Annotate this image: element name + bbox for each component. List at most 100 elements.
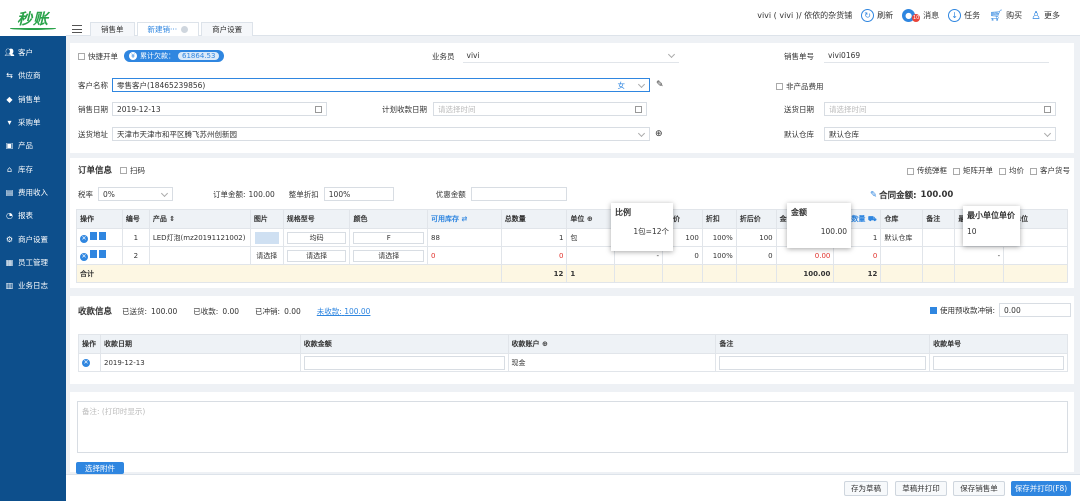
sidebar-item-9[interactable]: ▦ 员工管理 <box>0 251 66 274</box>
warehouse-icon: ⌂ <box>6 164 13 174</box>
row-actions[interactable]: ✕ <box>76 228 123 247</box>
unpaid-link[interactable]: 未收款: 100.00 <box>317 306 371 317</box>
sidebar-item-label: 产品 <box>18 141 33 151</box>
image-cell[interactable] <box>249 228 284 247</box>
edit-icon[interactable]: ✎ <box>656 80 664 90</box>
option-customer-code[interactable]: 客户货号 <box>1030 165 1070 176</box>
row-actions[interactable]: ✕ <box>78 353 101 372</box>
draft-print-button[interactable]: 草稿并打印 <box>895 481 947 496</box>
remark-textarea[interactable]: 备注: (打印时显示) <box>77 401 1068 453</box>
image-cell[interactable]: 请选择 <box>249 246 284 265</box>
unit-cell[interactable]: 包 <box>566 228 616 247</box>
detail-icon <box>99 250 106 258</box>
column-header: 备注 <box>922 209 956 229</box>
box-icon: ▣ <box>5 141 14 151</box>
row-actions[interactable]: ✕ <box>76 246 123 265</box>
footer-bar: 存为草稿 草稿并打印 保存销售单 保存并打印(F8) <box>66 474 1080 501</box>
plan-date-field[interactable]: 请选择时间 <box>433 102 647 116</box>
sidebar-item-label: 库存 <box>18 164 33 174</box>
sidebar-item-6[interactable]: ▤ 费用收入 <box>0 181 66 204</box>
column-header: 操作 <box>76 209 123 229</box>
attach-button[interactable]: 选择附件 <box>76 462 124 474</box>
qty-cell[interactable]: 1 <box>500 228 568 247</box>
coupon-field[interactable] <box>470 187 567 201</box>
money-icon: ▤ <box>5 187 14 197</box>
save-sale-button[interactable]: 保存销售单 <box>953 481 1005 496</box>
sidebar-item-1[interactable]: ⇆ 供应商 <box>0 64 66 87</box>
option-traditional-popup[interactable]: 传统弹框 <box>907 165 947 176</box>
sidebar-item-7[interactable]: ◔ 报表 <box>0 204 66 227</box>
app-logo[interactable]: 秒账 <box>0 0 66 36</box>
sidebar-item-label: 采购单 <box>18 118 41 128</box>
color-cell[interactable]: 请选择 <box>349 246 429 265</box>
column-header: 规格型号 <box>282 209 351 229</box>
spec-cell[interactable]: 请选择 <box>282 246 351 265</box>
sidebar-item-8[interactable]: ⚙ 商户设置 <box>0 227 66 250</box>
order-amount-value: 100.00 <box>248 189 275 199</box>
supplier-icon: ⇆ <box>6 71 13 81</box>
delivery-date-field[interactable]: 请选择时间 <box>824 102 1056 116</box>
address-select[interactable]: 天津市天津市和平区腾飞苏州创新园 <box>112 127 650 141</box>
sidebar-item-5[interactable]: ⌂ 库存 <box>0 157 66 180</box>
tab-sales-orders[interactable]: 销售单 <box>90 22 135 36</box>
yen-icon: ¥ <box>129 52 137 60</box>
save-print-button[interactable]: 保存并打印(F8) <box>1011 481 1071 496</box>
option-matrix[interactable]: 矩阵开单 <box>953 165 993 176</box>
sidebar-item-0[interactable]: 👥︎ 客户 <box>0 41 66 64</box>
buy-button[interactable]: 🛒︎ 购买 <box>989 9 1022 22</box>
top-bar: 销售单 新建销··· 商户设置 vivi ( vivi )/ 依依的杂货铺 ↻ 刷… <box>66 0 1080 36</box>
spec-cell[interactable]: 均码 <box>282 228 351 247</box>
salesperson-select[interactable]: vivi <box>462 49 679 63</box>
sidebar: 秒账 👥︎ 客户 ⇆ 供应商 ◆ 销售单 ▾ 采购单 ▣ 产品 ⌂ 库存 ▤ 费用收入 ◔ 报表 ⚙ 商户设置 ▦ 员… <box>0 0 66 501</box>
sidebar-item-label: 业务日志 <box>18 281 48 291</box>
tab-new-sale[interactable]: 新建销··· <box>136 22 200 36</box>
color-cell[interactable]: F <box>349 228 429 247</box>
staff-icon: ▦ <box>5 257 14 267</box>
detail-icon <box>99 232 106 240</box>
add-address-icon[interactable]: ⊕ <box>655 129 663 139</box>
sidebar-item-label: 报表 <box>18 211 33 221</box>
prepay-checkbox[interactable] <box>930 306 937 314</box>
non-product-fee-checkbox[interactable] <box>776 83 783 90</box>
cart-icon: 🛒︎ <box>989 8 1004 22</box>
tax-rate-select[interactable]: 0% <box>98 187 173 201</box>
message-button[interactable]: ● 10 消息 <box>902 8 939 22</box>
product-cell[interactable] <box>148 246 251 265</box>
order-number-field[interactable]: vivi0169 <box>824 49 1049 63</box>
column-header: 仓库 <box>880 209 924 229</box>
sidebar-item-3[interactable]: ▾ 采购单 <box>0 111 66 134</box>
refresh-icon: ↻ <box>861 8 875 22</box>
scan-checkbox[interactable] <box>120 166 128 174</box>
column-header: 收款日期 <box>99 334 301 354</box>
user-store-label: vivi ( vivi )/ 依依的杂货铺 <box>757 10 853 20</box>
option-avg-price[interactable]: 均价 <box>999 165 1024 176</box>
tab-merchant-settings[interactable]: 商户设置 <box>201 22 254 36</box>
sidebar-item-4[interactable]: ▣ 产品 <box>0 134 66 157</box>
table-row: ✕ 2 请选择 请选择 请选择 0 0 - 0 100% 0 0.00 0 - <box>76 246 1068 265</box>
quick-order-checkbox[interactable] <box>78 52 85 60</box>
save-draft-button[interactable]: 存为草稿 <box>844 481 888 496</box>
sale-date-field[interactable]: 2019-12-13 <box>112 102 327 116</box>
column-header: 产品 ⇕ <box>148 209 251 229</box>
order-items-table: 操作编号产品 ⇕图片规格型号颜色可用库存 ⇄总数量单位 ⊕比例单价折扣折后价金额… <box>76 209 1068 283</box>
product-cell[interactable]: LED灯泡(mz20191121002) <box>148 228 251 247</box>
top-actions: vivi ( vivi )/ 依依的杂货铺 ↻ 刷新 ● 10 消息 ↓ 任务 🛒︎ 购买… <box>757 8 1060 22</box>
more-button[interactable]: ♙ 更多 <box>1031 9 1060 22</box>
sidebar-item-10[interactable]: ▥ 业务日志 <box>0 274 66 297</box>
table-row: ✕ 1 LED灯泡(mz20191121002) 均码 F 88 1 包 100… <box>76 228 1068 247</box>
menu-toggle-icon[interactable] <box>72 25 82 33</box>
prepay-field[interactable]: 0.00 <box>999 303 1072 317</box>
refresh-button[interactable]: ↻ 刷新 <box>861 8 893 22</box>
discount-field[interactable]: 100% <box>323 187 394 201</box>
close-tab-icon[interactable] <box>181 26 189 33</box>
log-icon: ▥ <box>5 281 14 291</box>
column-header: 总数量 <box>500 209 568 229</box>
task-button[interactable]: ↓ 任务 <box>948 8 980 22</box>
calendar-icon <box>315 106 322 113</box>
calendar-icon <box>1044 106 1051 113</box>
warehouse-select[interactable]: 默认仓库 <box>824 127 1056 141</box>
contract-amount: 100.00 <box>920 190 954 200</box>
sidebar-item-2[interactable]: ◆ 销售单 <box>0 88 66 111</box>
column-header: 收款账户 ⊕ <box>507 334 717 354</box>
customer-select[interactable]: 零售客户(18465239856) 女 <box>112 78 650 92</box>
